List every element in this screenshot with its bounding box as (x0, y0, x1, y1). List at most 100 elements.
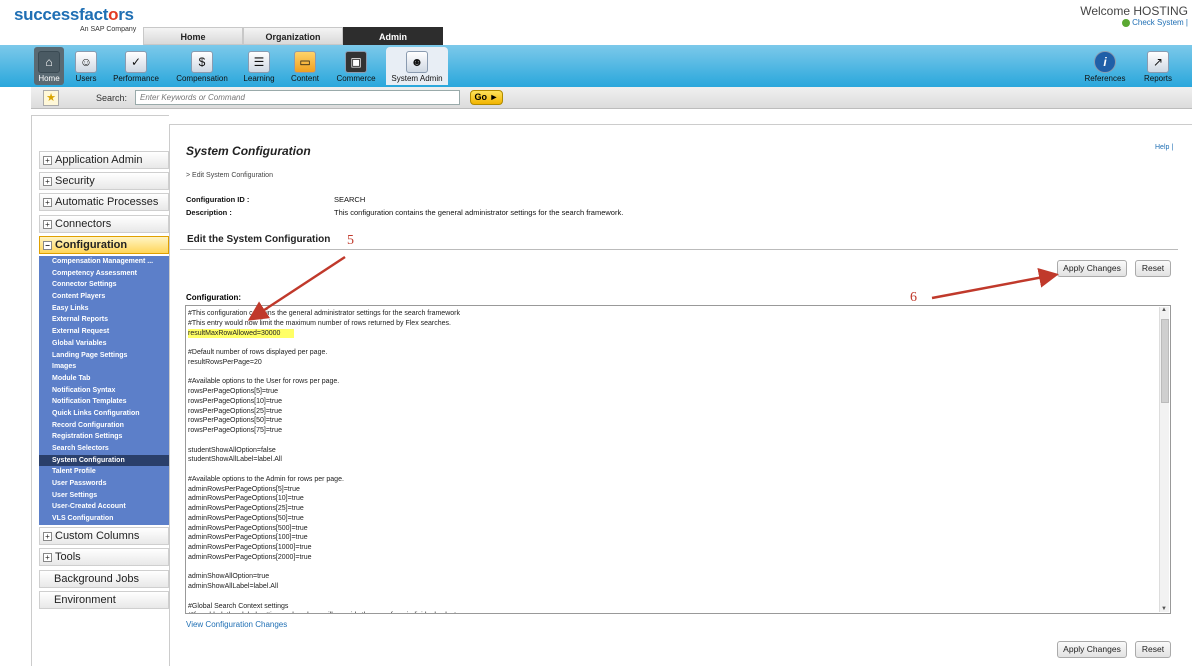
config-subitem-content-players[interactable]: Content Players (39, 291, 169, 303)
configuration-label: Configuration: (186, 293, 242, 302)
config-subitem-notification-templates[interactable]: Notification Templates (39, 396, 169, 408)
briefcase-icon: ▣ (345, 51, 367, 73)
nav-references[interactable]: i References (1082, 47, 1128, 85)
edit-section-heading: Edit the System Configuration (187, 234, 331, 245)
configuration-textarea[interactable]: #This configuration contains the general… (185, 305, 1171, 614)
check-system-link[interactable]: Check System | (1122, 18, 1188, 27)
tab-admin[interactable]: Admin (343, 27, 443, 45)
top-header: successfactors An SAP Company Home Organ… (0, 0, 1192, 46)
config-subitem-user-settings[interactable]: User Settings (39, 490, 169, 502)
config-subitem-search-selectors[interactable]: Search Selectors (39, 443, 169, 455)
scroll-up-icon[interactable]: ▲ (1161, 307, 1167, 313)
config-subitem-compensation-management[interactable]: Compensation Management ... (39, 256, 169, 268)
config-line-text: studentShowAllOption=false (188, 446, 276, 454)
config-line: rowsPerPageOptions[75]=true (188, 426, 466, 436)
config-line-text: adminShowAllOption=true (188, 573, 270, 581)
sidebar-item-automatic-processes[interactable]: + Automatic Processes (39, 193, 169, 211)
config-subitem-registration-settings[interactable]: Registration Settings (39, 431, 169, 443)
nav-learning[interactable]: ☰ Learning (241, 47, 277, 85)
config-line-text: resultMaxRowAllowed=30000 (188, 328, 295, 339)
help-link[interactable]: Help | (1155, 144, 1173, 151)
sidebar-item-connectors[interactable]: + Connectors (39, 215, 169, 233)
module-nav: ⌂ Home ☺ Users ✓ Performance $ Compensat… (30, 47, 1186, 85)
sidebar-item-security[interactable]: + Security (39, 172, 169, 190)
config-line (188, 563, 466, 573)
annotation-step-5: 5 (347, 233, 354, 248)
config-line: #Available options to the User for rows … (188, 377, 466, 387)
scrollbar[interactable]: ▲ ▼ (1159, 307, 1169, 612)
config-line: adminShowAllLabel=label.All (188, 582, 466, 592)
config-subitem-competency-assessment[interactable]: Competency Assessment (39, 268, 169, 280)
config-subitem-system-configuration[interactable]: System Configuration (39, 454, 169, 467)
config-subitem-notification-syntax[interactable]: Notification Syntax (39, 385, 169, 397)
compensation-icon: $ (191, 51, 213, 73)
config-line-text: rowsPerPageOptions[75]=true (188, 427, 282, 434)
config-subitem-landing-page-settings[interactable]: Landing Page Settings (39, 350, 169, 362)
config-line-text: adminRowsPerPageOptions[50]=true (188, 514, 304, 522)
config-subitem-global-variables[interactable]: Global Variables (39, 338, 169, 350)
config-line: #Available options to the Admin for rows… (188, 475, 466, 485)
nav-users[interactable]: ☺ Users (70, 47, 102, 85)
reset-button[interactable]: Reset (1135, 260, 1171, 277)
tab-home[interactable]: Home (143, 27, 243, 45)
config-subitem-user-passwords[interactable]: User Passwords (39, 478, 169, 490)
config-subitem-external-request[interactable]: External Request (39, 326, 169, 338)
star-icon[interactable]: ★ (43, 90, 59, 106)
home-icon: ⌂ (38, 51, 60, 73)
config-line: #This configuration contains the general… (188, 309, 466, 319)
scroll-thumb[interactable] (1161, 319, 1169, 403)
config-line-text: adminRowsPerPageOptions[2000]=true (188, 553, 312, 561)
config-subitem-images[interactable]: Images (39, 361, 169, 373)
config-line (188, 465, 466, 475)
top-tabs: Home Organization Admin (143, 27, 443, 45)
expand-icon: + (43, 197, 52, 207)
config-line: resultMaxRowAllowed=30000 (188, 328, 466, 339)
nav-reports-label: Reports (1143, 74, 1172, 83)
scroll-down-icon[interactable]: ▼ (1161, 606, 1167, 612)
go-button[interactable]: Go ► (470, 90, 503, 105)
config-subitem-vls-configuration[interactable]: VLS Configuration (39, 513, 169, 525)
sidebar-item-custom-columns[interactable]: + Custom Columns (39, 527, 169, 545)
config-line-text: studentShowAllLabel=label.All (188, 456, 282, 464)
config-line (188, 436, 466, 446)
reset-button-bottom[interactable]: Reset (1135, 641, 1171, 658)
users-icon: ☺ (75, 51, 97, 73)
successfactors-logo[interactable]: successfactors An SAP Company (14, 5, 136, 33)
nav-performance[interactable]: ✓ Performance (110, 47, 162, 85)
view-configuration-changes-link[interactable]: View Configuration Changes (186, 620, 287, 629)
apply-changes-button[interactable]: Apply Changes (1057, 260, 1127, 277)
config-subitem-connector-settings[interactable]: Connector Settings (39, 279, 169, 291)
config-subitem-easy-links[interactable]: Easy Links (39, 303, 169, 315)
config-subitem-external-reports[interactable]: External Reports (39, 314, 169, 326)
config-subitem-module-tab[interactable]: Module Tab (39, 373, 169, 385)
tab-organization[interactable]: Organization (243, 27, 343, 45)
expand-icon: + (43, 531, 52, 541)
nav-reports[interactable]: ↗ Reports (1140, 47, 1176, 85)
config-line: rowsPerPageOptions[50]=true (188, 416, 466, 426)
nav-commerce[interactable]: ▣ Commerce (335, 47, 377, 85)
system-admin-icon: ☻ (406, 51, 428, 73)
nav-system-admin[interactable]: ☻ System Admin (386, 47, 448, 85)
config-subitem-talent-profile[interactable]: Talent Profile (39, 466, 169, 478)
config-line-text: adminRowsPerPageOptions[1000]=true (188, 544, 312, 551)
welcome-text: Welcome HOSTING (1080, 4, 1188, 18)
logo-wordmark: successfactors (14, 5, 134, 24)
config-subitem-quick-links-configuration[interactable]: Quick Links Configuration (39, 408, 169, 420)
sidebar-item-background-jobs[interactable]: Background Jobs (39, 570, 169, 588)
sidebar-item-tools[interactable]: + Tools (39, 548, 169, 566)
config-subitem-record-configuration[interactable]: Record Configuration (39, 420, 169, 432)
sidebar-item-application-admin[interactable]: + Application Admin (39, 151, 169, 169)
nav-compensation-label: Compensation (176, 74, 228, 83)
search-input[interactable] (135, 90, 460, 105)
sidebar-item-environment[interactable]: Environment (39, 591, 169, 609)
config-line: rowsPerPageOptions[5]=true (188, 387, 466, 397)
config-subitem-user-created-account[interactable]: User-Created Account (39, 501, 169, 513)
nav-compensation[interactable]: $ Compensation (173, 47, 231, 85)
config-line: adminRowsPerPageOptions[50]=true (188, 514, 466, 524)
nav-content[interactable]: ▭ Content (288, 47, 322, 85)
config-line: #Default number of rows displayed per pa… (188, 348, 466, 358)
nav-home[interactable]: ⌂ Home (34, 47, 64, 85)
expand-icon: + (43, 176, 52, 186)
sidebar-item-configuration[interactable]: − Configuration (39, 236, 169, 254)
apply-changes-button-bottom[interactable]: Apply Changes (1057, 641, 1127, 658)
